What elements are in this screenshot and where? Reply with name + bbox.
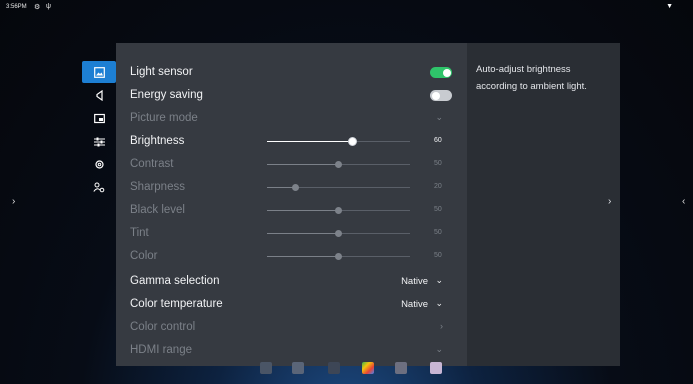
row-picture-mode[interactable]: Picture mode ⌄ xyxy=(116,107,467,130)
chevron-right-icon: › xyxy=(440,321,443,331)
tint-value: 50 xyxy=(434,229,442,236)
play-store-icon[interactable] xyxy=(362,362,374,374)
black-level-slider[interactable] xyxy=(267,207,410,214)
image-icon xyxy=(93,66,105,78)
gear-icon xyxy=(93,158,105,170)
black-level-value: 50 xyxy=(434,206,442,213)
picture-mode-label: Picture mode xyxy=(130,112,198,124)
user-settings-icon xyxy=(93,181,105,193)
sidebar-item-user[interactable] xyxy=(82,176,116,198)
row-hdmi-range[interactable]: HDMI range ⌄ xyxy=(116,339,467,362)
row-tint[interactable]: Tint 50 xyxy=(116,222,467,245)
gamma-selection-value: Native xyxy=(401,276,428,287)
display-icon xyxy=(93,112,105,124)
description-text: Auto-adjust brightness according to ambi… xyxy=(476,64,587,92)
tint-label: Tint xyxy=(130,227,149,239)
energy-saving-label: Energy saving xyxy=(130,89,203,101)
energy-saving-toggle[interactable] xyxy=(430,90,452,101)
gear-icon: ⚙ xyxy=(34,4,41,11)
sharpness-slider[interactable] xyxy=(267,184,410,191)
black-level-slider-thumb[interactable] xyxy=(335,207,342,214)
sharpness-value: 20 xyxy=(434,183,442,190)
brightness-value: 60 xyxy=(434,137,442,144)
gamma-selection-label: Gamma selection xyxy=(130,275,220,287)
left-edge-arrow[interactable]: › xyxy=(12,196,15,207)
row-sharpness[interactable]: Sharpness 20 xyxy=(116,176,467,199)
light-sensor-toggle[interactable] xyxy=(430,67,452,78)
brightness-label: Brightness xyxy=(130,135,185,147)
row-color-temperature[interactable]: Color temperature Native ⌄ xyxy=(116,293,467,316)
color-label: Color xyxy=(130,250,158,262)
color-slider[interactable] xyxy=(267,253,410,260)
color-temperature-label: Color temperature xyxy=(130,298,223,310)
contrast-label: Contrast xyxy=(130,158,174,170)
row-brightness[interactable]: Brightness 60 xyxy=(116,130,467,153)
hdmi-range-label: HDMI range xyxy=(130,344,192,356)
sidebar xyxy=(82,61,116,192)
sliders-icon xyxy=(93,135,105,147)
row-gamma-selection[interactable]: Gamma selection Native ⌄ xyxy=(116,270,467,293)
whiteboard-icon[interactable] xyxy=(430,362,442,374)
sharpness-slider-thumb[interactable] xyxy=(292,184,300,191)
chevron-down-icon: ⌄ xyxy=(435,298,443,308)
files-icon[interactable] xyxy=(292,362,304,374)
row-black-level[interactable]: Black level 50 xyxy=(116,199,467,222)
usb-icon: ψ xyxy=(46,3,51,10)
brightness-slider[interactable] xyxy=(267,137,410,146)
status-time: 3:56PM xyxy=(6,4,27,10)
speaker-icon xyxy=(93,89,105,101)
sidebar-item-sound[interactable] xyxy=(82,84,116,106)
row-energy-saving[interactable]: Energy saving xyxy=(116,84,467,107)
sidebar-item-picture[interactable] xyxy=(82,61,116,83)
color-value: 50 xyxy=(434,252,442,259)
chevron-down-icon: ⌄ xyxy=(435,275,443,285)
row-color[interactable]: Color 50 xyxy=(116,245,467,268)
contrast-slider-thumb[interactable] xyxy=(335,161,342,168)
chevron-down-icon: ⌄ xyxy=(435,112,443,122)
brightness-slider-thumb[interactable] xyxy=(348,137,358,146)
messages-icon[interactable] xyxy=(260,362,272,374)
apps-icon[interactable] xyxy=(395,362,407,374)
color-control-label: Color control xyxy=(130,321,196,333)
contrast-slider[interactable] xyxy=(267,161,410,168)
color-temperature-value: Native xyxy=(401,299,428,310)
row-contrast[interactable]: Contrast 50 xyxy=(116,153,467,176)
black-level-label: Black level xyxy=(130,204,185,216)
dock xyxy=(250,360,450,378)
tint-slider[interactable] xyxy=(267,230,410,237)
tint-slider-thumb[interactable] xyxy=(335,230,342,237)
description-next-arrow[interactable]: › xyxy=(608,196,611,207)
sidebar-item-display[interactable] xyxy=(82,107,116,129)
color-slider-thumb[interactable] xyxy=(335,253,342,260)
right-edge-arrow[interactable]: ‹ xyxy=(682,196,685,207)
sidebar-item-settings[interactable] xyxy=(82,153,116,175)
contrast-value: 50 xyxy=(434,160,442,167)
status-bar: 3:56PM ⚙ ψ ▼ xyxy=(0,0,693,16)
wifi-icon: ▼ xyxy=(666,3,673,10)
row-color-control[interactable]: Color control › xyxy=(116,316,467,339)
chevron-down-icon: ⌄ xyxy=(435,344,443,354)
settings-icon[interactable] xyxy=(328,362,340,374)
light-sensor-label: Light sensor xyxy=(130,66,193,78)
sidebar-item-adjust[interactable] xyxy=(82,130,116,152)
row-light-sensor[interactable]: Light sensor xyxy=(116,61,467,84)
sharpness-label: Sharpness xyxy=(130,181,185,193)
